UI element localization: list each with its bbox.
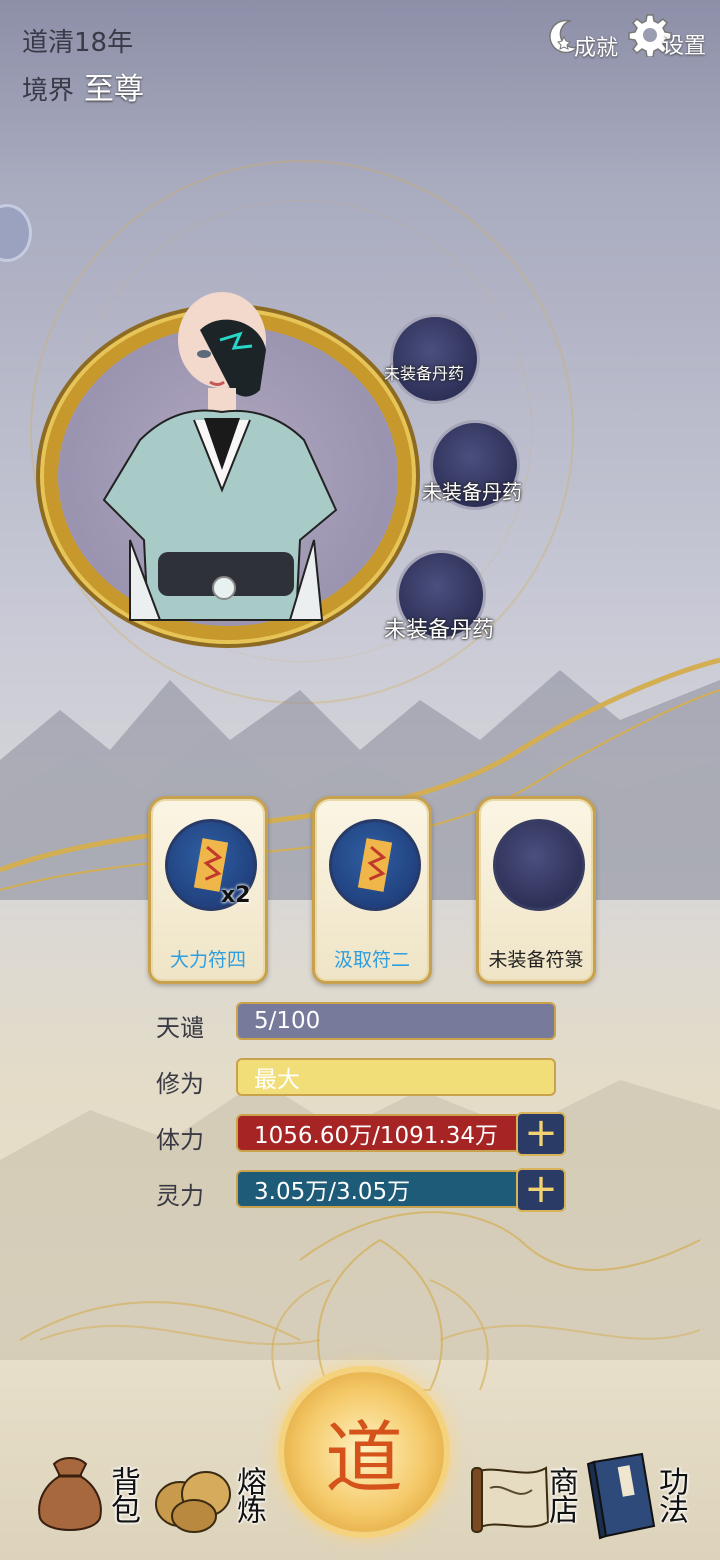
talisman-count: x2 xyxy=(221,883,251,908)
pill-slot-2-label: 未装备丹药 xyxy=(422,480,522,504)
stat-label-karma: 天谴 xyxy=(156,1014,204,1042)
year-text: 道清18年 xyxy=(22,28,134,58)
stamina-value: 1056.60万/1091.34万 xyxy=(254,1123,498,1149)
dao-seal-text: 道 xyxy=(324,1414,403,1504)
spirit-plus-button[interactable]: + xyxy=(516,1168,566,1212)
talisman-label: 未装备符箓 xyxy=(488,949,584,971)
nav-smelt[interactable]: 熔炼 xyxy=(150,1446,270,1546)
stat-label-cultivation: 修为 xyxy=(156,1070,204,1098)
karma-value: 5/100 xyxy=(254,1008,321,1034)
talisman-slot-3[interactable]: 未装备符箓 xyxy=(476,796,596,984)
pill-slot-1-label: 未装备丹药 xyxy=(384,364,465,383)
talisman-scroll-icon xyxy=(329,819,421,911)
stamina-bar: 1056.60万/1091.34万 xyxy=(236,1114,556,1152)
cultivation-value: 最大 xyxy=(254,1067,300,1093)
talisman-slot-2[interactable]: 汲取符二 xyxy=(312,796,432,984)
nav-skills[interactable]: 功法 xyxy=(584,1446,704,1546)
stat-label-spirit: 灵力 xyxy=(156,1182,204,1210)
nav-skills-label: 功法 xyxy=(653,1466,688,1522)
nav-bag-label: 背包 xyxy=(105,1466,140,1522)
achievements-label: 成就 xyxy=(574,36,619,61)
settings-button[interactable]: 设置 xyxy=(628,10,706,60)
stamina-plus-button[interactable]: + xyxy=(516,1112,566,1156)
talisman-label: 大力符四 xyxy=(169,949,246,971)
cultivation-bar: 最大 xyxy=(236,1058,556,1096)
nav-smelt-label: 熔炼 xyxy=(231,1466,266,1522)
nav-shop[interactable]: 商店 xyxy=(466,1446,582,1546)
realm-value: 至尊 xyxy=(84,72,144,107)
spirit-bar: 3.05万/3.05万 xyxy=(236,1170,556,1208)
stat-label-stamina: 体力 xyxy=(156,1126,204,1154)
character-portrait xyxy=(102,292,338,621)
spirit-value: 3.05万/3.05万 xyxy=(254,1179,411,1205)
achievements-button[interactable]: 成就 xyxy=(540,12,618,62)
nav-bag[interactable]: 背包 xyxy=(28,1446,140,1546)
empty-slot-icon xyxy=(493,819,585,911)
nav-shop-label: 商店 xyxy=(543,1466,578,1522)
center-dao-button[interactable]: 道 xyxy=(284,1372,444,1532)
talisman-label: 汲取符二 xyxy=(333,949,410,971)
talisman-slot-1[interactable]: x2 大力符四 xyxy=(148,796,268,984)
realm-label: 境界 xyxy=(22,76,75,106)
pill-slot-1[interactable] xyxy=(390,314,480,404)
karma-bar: 5/100 xyxy=(236,1002,556,1040)
side-badge[interactable] xyxy=(0,204,32,262)
settings-label: 设置 xyxy=(662,34,707,59)
pill-slot-3-label: 未装备丹药 xyxy=(384,618,495,643)
